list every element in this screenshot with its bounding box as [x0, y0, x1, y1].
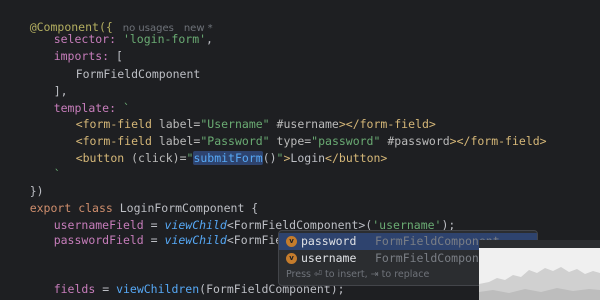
code-line-imports[interactable]: imports: [ [26, 29, 123, 63]
tpl3-parens: () [262, 151, 277, 165]
variable-icon: v [286, 236, 297, 247]
selector-value: 'login-form' [122, 32, 207, 46]
code-line-imports-close[interactable]: ], [26, 64, 68, 98]
completion-item-name: password [301, 234, 357, 248]
completion-hint: Press ⏎ to insert, ⇥ to replace [286, 269, 430, 280]
tpl3-click-attr: (click)= [131, 151, 187, 165]
code-line-selector[interactable]: selector: 'login-form', [26, 12, 213, 46]
password-field-name: passwordField [53, 233, 144, 247]
code-line-template-button[interactable]: <button (click)="submitForm()">Login</bu… [48, 131, 387, 165]
variable-icon: v [286, 253, 297, 264]
fields-name: fields [53, 282, 96, 296]
tpl2-close-tag: ></form-field> [449, 134, 547, 148]
import-item: FormFieldComponent [75, 67, 201, 81]
tpl2-ref: #password [387, 134, 450, 148]
fields-eq: = [102, 282, 110, 296]
code-line-decorator-close[interactable]: }) [2, 164, 44, 198]
code-line-import-item[interactable]: FormFieldComponent [48, 47, 201, 81]
code-line-password-field[interactable]: passwordField = viewChild<FormFieldCompo… [26, 213, 401, 247]
viewchildren-call: viewChildren [116, 282, 200, 296]
completion-item-name: username [301, 251, 357, 265]
code-line-template-close[interactable]: ` [26, 147, 61, 181]
template-close: ` [53, 167, 61, 181]
password-viewchild-call: viewChild [164, 233, 227, 247]
selector-comma: , [206, 32, 213, 46]
code-line-template-password[interactable]: <form-field label="Password" type="passw… [48, 114, 547, 148]
preview-thumbnail [479, 240, 600, 300]
tpl3-text: Login [290, 151, 326, 165]
tpl3-open-tag: <button [75, 151, 125, 165]
password-field-eq: = [150, 233, 158, 247]
code-line-template-username[interactable]: <form-field label="Username" #username><… [48, 97, 436, 131]
tpl3-submit-call[interactable]: submitForm [193, 151, 263, 165]
tpl3-close-tag: </button> [325, 151, 388, 165]
code-line-class-decl[interactable]: export class LoginFormComponent { [2, 181, 259, 215]
mountain-graphic [479, 267, 600, 300]
